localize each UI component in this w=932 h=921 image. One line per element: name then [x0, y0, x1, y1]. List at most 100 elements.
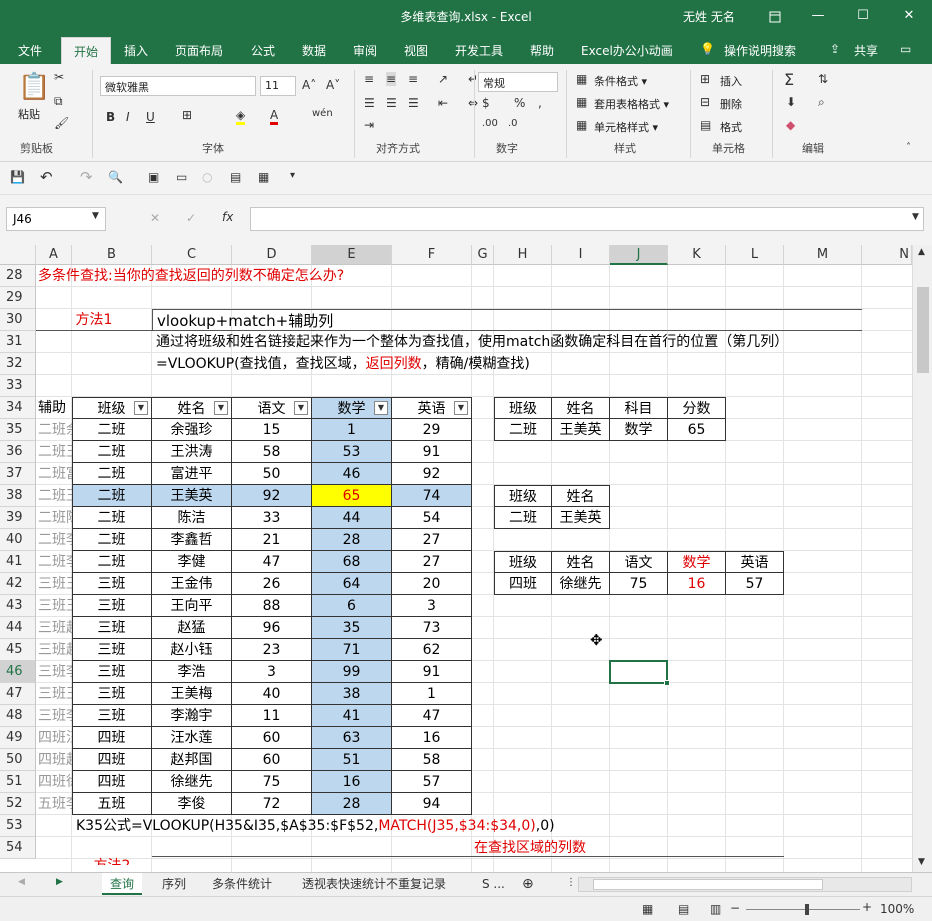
table-cell[interactable]: 58	[392, 749, 472, 771]
lookup3-value[interactable]: 徐继先	[552, 573, 610, 595]
aux-cell[interactable]: 三班王	[36, 683, 72, 705]
table-cell[interactable]: 赵小钰	[152, 639, 232, 661]
col-header-k[interactable]: K	[668, 245, 726, 265]
print-preview-icon[interactable]: 🔍	[108, 170, 123, 184]
col-header-m[interactable]: M	[784, 245, 862, 265]
formula-input[interactable]	[250, 207, 924, 231]
table-cell[interactable]: 57	[392, 771, 472, 793]
underline-icon[interactable]: U	[146, 110, 155, 124]
method2-label[interactable]: 方法2	[72, 855, 152, 865]
lookup1-value[interactable]: 二班	[494, 419, 552, 441]
increase-font-icon[interactable]: A˄	[302, 78, 316, 92]
table-cell[interactable]: 五班	[72, 793, 152, 815]
table-cell[interactable]: 91	[392, 441, 472, 463]
table-cell[interactable]: 60	[232, 749, 312, 771]
table-cell[interactable]: 23	[232, 639, 312, 661]
clear-icon[interactable]: ◆	[786, 118, 795, 132]
table-cell[interactable]: 四班	[72, 749, 152, 771]
lookup1-value[interactable]: 王美英	[552, 419, 610, 441]
table-cell[interactable]: 60	[232, 727, 312, 749]
table-cell[interactable]: 陈洁	[152, 507, 232, 529]
table-cell[interactable]: 21	[232, 529, 312, 551]
name-box[interactable]: J46	[6, 207, 106, 231]
table-cell[interactable]: 26	[232, 573, 312, 595]
table-cell[interactable]: 李鑫哲	[152, 529, 232, 551]
number-format-combo[interactable]: 常规	[478, 72, 558, 92]
percent-icon[interactable]: %	[514, 96, 525, 110]
col-header-h[interactable]: H	[494, 245, 552, 265]
redo-icon[interactable]: ↷	[80, 168, 93, 186]
table-cell[interactable]: 16	[392, 727, 472, 749]
table-cell[interactable]: 29	[392, 419, 472, 441]
font-name-combo[interactable]: 微软雅黑	[100, 76, 256, 96]
enter-icon[interactable]: ✓	[186, 211, 196, 225]
lookup1-header[interactable]: 分数	[668, 397, 726, 419]
lookup1-header[interactable]: 班级	[494, 397, 552, 419]
lookup3-header[interactable]: 数学	[668, 551, 726, 573]
sheet-tab-pivot[interactable]: 透视表快速统计不重复记录	[294, 873, 454, 895]
orientation-icon[interactable]: ↗	[438, 72, 448, 86]
filter-dropdown-icon[interactable]: ▼	[374, 401, 388, 415]
expand-formula-icon[interactable]: ▼	[912, 212, 919, 222]
print-area-icon[interactable]: ▣	[148, 170, 159, 184]
table-cell[interactable]: 王美英	[152, 485, 232, 507]
table-cell[interactable]: 46	[312, 463, 392, 485]
h-scroll-thumb[interactable]	[593, 879, 823, 890]
table-cell[interactable]: 64	[312, 573, 392, 595]
vertical-scrollbar[interactable]: ▲ ▼	[912, 245, 932, 872]
close-button[interactable]: ✕	[886, 0, 932, 34]
font-color-icon[interactable]: A	[270, 108, 279, 125]
col-header-j[interactable]: J	[610, 245, 668, 265]
cell-style-button[interactable]: 单元格样式 ▾	[594, 119, 658, 135]
heading-text[interactable]: 多条件查找:当你的查找返回的列数不确定怎么办?	[36, 265, 552, 287]
lookup3-value[interactable]: 57	[726, 573, 784, 595]
table-cell[interactable]: 94	[392, 793, 472, 815]
lookup2-value[interactable]: 二班	[494, 507, 552, 529]
tab-home[interactable]: 开始	[61, 37, 112, 64]
row-header-49[interactable]: 49	[0, 727, 36, 749]
aux-cell[interactable]: 二班王	[36, 485, 72, 507]
aux-cell[interactable]: 四班徐	[36, 771, 72, 793]
phonetic-icon[interactable]: wén	[312, 108, 333, 119]
next-sheet-icon[interactable]: ▶	[56, 877, 63, 887]
row-header-30[interactable]: 30	[0, 309, 36, 331]
tab-formulas[interactable]: 公式	[251, 42, 275, 59]
sheet-icon[interactable]: ▦	[258, 170, 269, 184]
lookup3-value[interactable]: 四班	[494, 573, 552, 595]
zoom-out-icon[interactable]: −	[730, 901, 740, 915]
description-text[interactable]: 通过将班级和姓名链接起来作为一个整体为查找值，使用match函数确定科目在首行的…	[152, 331, 912, 353]
cut-icon[interactable]: ✂	[54, 70, 64, 84]
row-header-41[interactable]: 41	[0, 551, 36, 573]
table-cell[interactable]: 四班	[72, 727, 152, 749]
table-cell[interactable]: 35	[312, 617, 392, 639]
table-cell[interactable]: 71	[312, 639, 392, 661]
table-cell[interactable]: 92	[232, 485, 312, 507]
table-cell[interactable]: 28	[312, 793, 392, 815]
lookup3-header[interactable]: 英语	[726, 551, 784, 573]
aux-cell[interactable]: 三班赵	[36, 639, 72, 661]
row-header-51[interactable]: 51	[0, 771, 36, 793]
fill-handle[interactable]	[664, 680, 670, 686]
table-cell[interactable]: 38	[312, 683, 392, 705]
zoom-slider[interactable]	[746, 909, 860, 910]
table-cell[interactable]: 四班	[72, 771, 152, 793]
tab-data[interactable]: 数据	[302, 42, 326, 59]
table-cell[interactable]: 27	[392, 551, 472, 573]
aux-cell[interactable]: 二班富	[36, 463, 72, 485]
circle-icon[interactable]: ○	[202, 170, 212, 184]
table-cell[interactable]: 三班	[72, 573, 152, 595]
row-header-37[interactable]: 37	[0, 463, 36, 485]
aux-cell[interactable]: 二班陈	[36, 507, 72, 529]
autosum-icon[interactable]: Σ	[784, 70, 794, 89]
row-header-46[interactable]: 46	[0, 661, 36, 683]
table-cell[interactable]: 二班	[72, 551, 152, 573]
aux-header[interactable]: 辅助	[36, 397, 72, 419]
aux-cell[interactable]: 三班王	[36, 595, 72, 617]
table-cell[interactable]: 李瀚宇	[152, 705, 232, 727]
format-cells-button[interactable]: 格式	[720, 119, 742, 135]
syntax-text[interactable]: =VLOOKUP(查找值，查找区域，返回列数，精确/模糊查找)	[152, 353, 752, 375]
lookup1-value[interactable]: 65	[668, 419, 726, 441]
row-header-31[interactable]: 31	[0, 331, 36, 353]
table-cell[interactable]: 51	[312, 749, 392, 771]
table-cell[interactable]: 6	[312, 595, 392, 617]
